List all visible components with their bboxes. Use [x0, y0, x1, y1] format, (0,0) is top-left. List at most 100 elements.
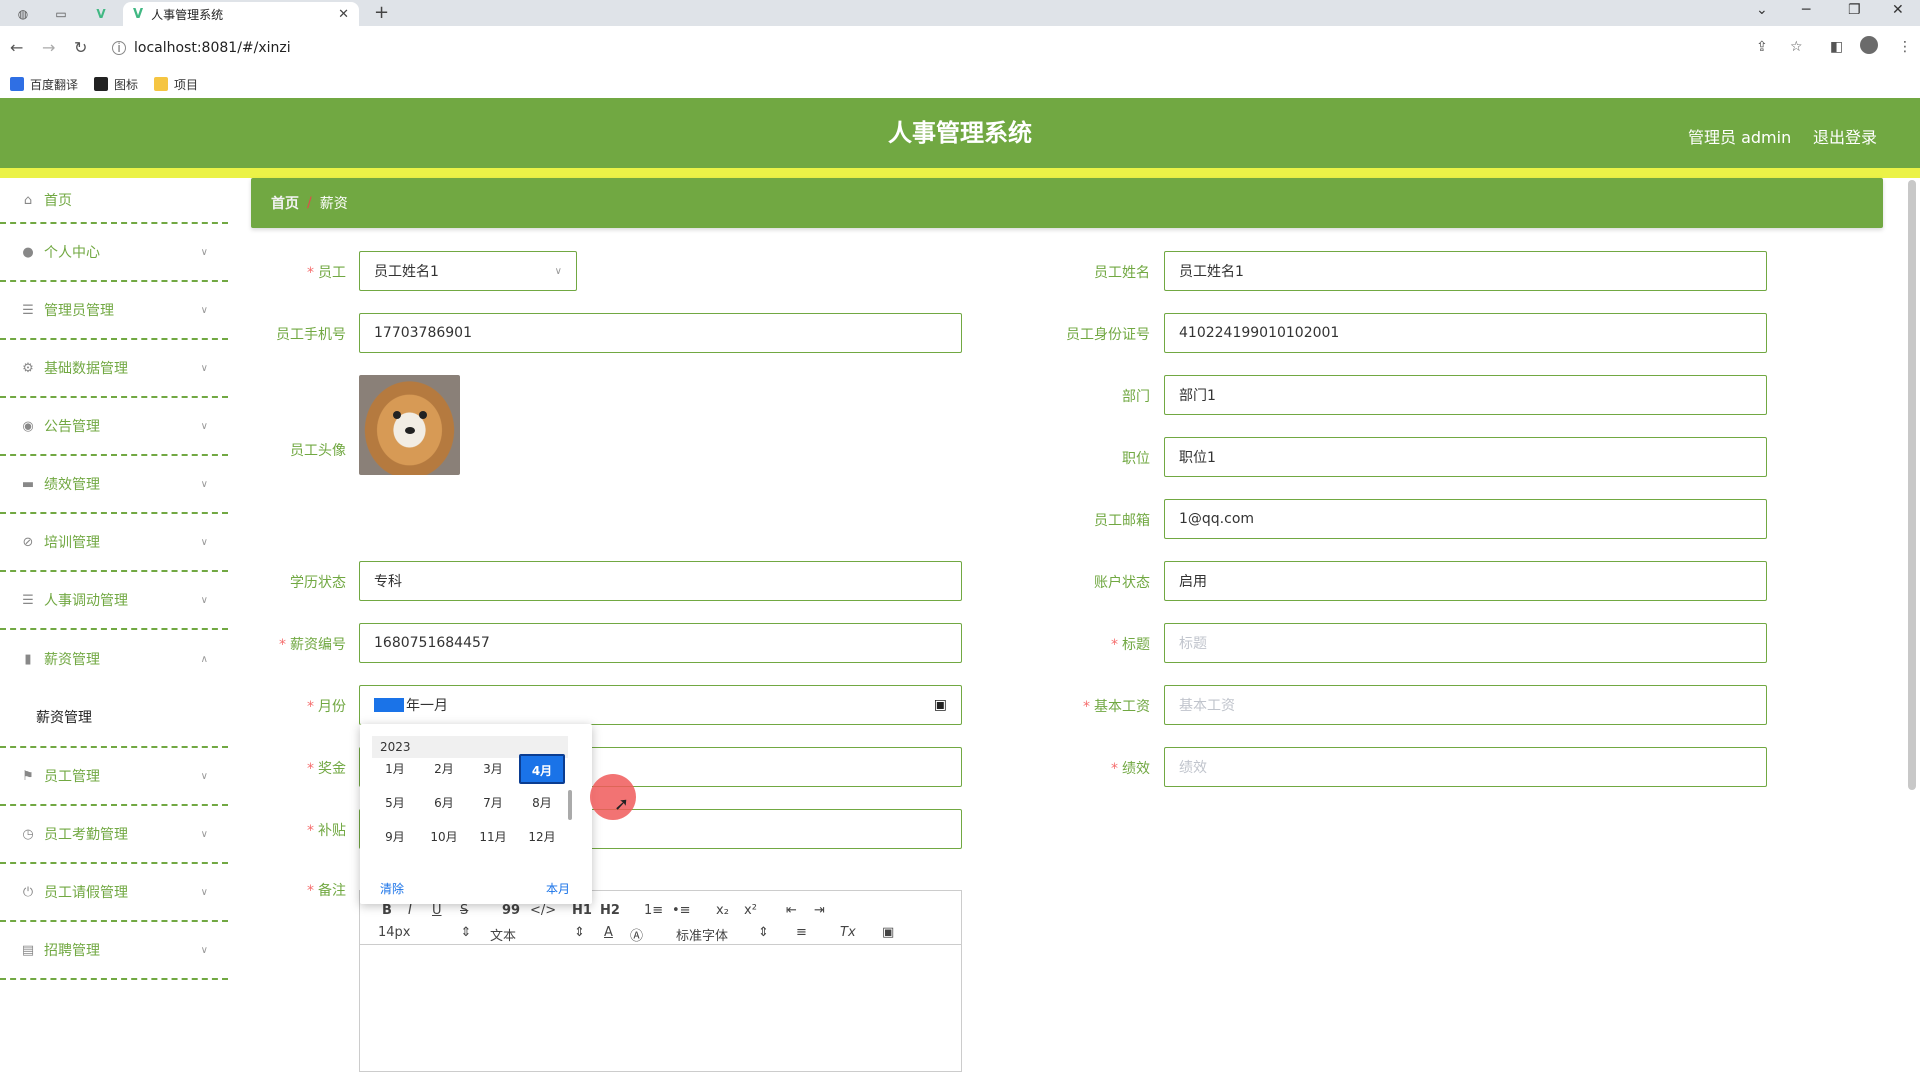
performance-field[interactable]: 绩效	[1164, 747, 1767, 787]
superscript-button[interactable]: x²	[744, 903, 757, 918]
restore-icon[interactable]: ❐	[1848, 2, 1861, 18]
picker-month[interactable]: 8月	[519, 788, 565, 818]
picker-month[interactable]: 10月	[421, 822, 467, 852]
italic-button[interactable]: I	[408, 903, 412, 918]
sidebar-item-salary[interactable]: ▮ 薪资管理 ∧	[0, 630, 228, 688]
sidebar-item-basic-data[interactable]: ⚙ 基础数据管理 ∨	[0, 340, 228, 398]
strike-button[interactable]: S	[460, 903, 468, 918]
quote-button[interactable]: 99	[502, 903, 520, 918]
share-icon[interactable]: ⇪	[1756, 39, 1768, 55]
page-scrollbar[interactable]	[1908, 180, 1916, 790]
sidebar-item-employee[interactable]: ⚑ 员工管理 ∨	[0, 748, 228, 806]
education-field[interactable]: 专科	[359, 561, 962, 601]
sidebar-item-admin[interactable]: ☰ 管理员管理 ∨	[0, 282, 228, 340]
tab-blank[interactable]: ▭	[46, 3, 76, 25]
position-field[interactable]: 职位1	[1164, 437, 1767, 477]
bg-color-icon[interactable]: Ⓐ	[630, 925, 643, 944]
logout-link[interactable]: 退出登录	[1813, 124, 1877, 148]
sidebar-item-performance[interactable]: ▬ 绩效管理 ∨	[0, 456, 228, 514]
sidebar-item-profile[interactable]: ● 个人中心 ∨	[0, 224, 228, 282]
picker-month[interactable]: 6月	[421, 788, 467, 818]
sidebar-item-training[interactable]: ⊘ 培训管理 ∨	[0, 514, 228, 572]
close-window-icon[interactable]: ✕	[1892, 2, 1904, 18]
outdent-button[interactable]: ⇤	[786, 903, 797, 918]
employee-name-field[interactable]: 员工姓名1	[1164, 251, 1767, 291]
ordered-list-button[interactable]: 1≡	[644, 903, 663, 918]
breadcrumb-home[interactable]: 首页	[271, 193, 299, 213]
globe-icon[interactable]: ◍	[8, 3, 38, 25]
sidepanel-icon[interactable]: ◧	[1830, 39, 1843, 55]
menu-dots-icon[interactable]: ⋮	[1898, 39, 1912, 55]
employee-avatar-image[interactable]	[359, 375, 460, 475]
picker-month[interactable]: 5月	[372, 788, 418, 818]
phone-field[interactable]: 17703786901	[359, 313, 962, 353]
calendar-icon[interactable]: ▣	[934, 697, 947, 713]
minimize-icon[interactable]: ─	[1802, 2, 1810, 18]
close-tab-icon[interactable]: ✕	[338, 7, 349, 22]
new-tab-button[interactable]: +	[374, 2, 389, 23]
text-type-select[interactable]: 文本 ⇕	[490, 925, 585, 944]
font-size-select[interactable]: 14px ⇕	[378, 925, 471, 940]
bold-button[interactable]: B	[382, 903, 392, 918]
picker-month[interactable]: 12月	[519, 822, 565, 852]
profile-avatar[interactable]	[1860, 36, 1878, 54]
reload-icon[interactable]: ↻	[74, 38, 87, 57]
font-size-value: 14px	[378, 925, 411, 940]
underline-button[interactable]: U	[432, 903, 442, 918]
align-icon[interactable]: ≡	[796, 925, 807, 940]
indent-button[interactable]: ⇥	[814, 903, 825, 918]
picker-this-month-button[interactable]: 本月	[546, 880, 570, 897]
font-family-select[interactable]: 标准字体 ⇕	[676, 925, 769, 944]
email-field[interactable]: 1@qq.com	[1164, 499, 1767, 539]
picker-scrollbar[interactable]	[568, 790, 572, 820]
font-color-icon[interactable]: A	[604, 925, 613, 940]
bullet-list-button[interactable]: •≡	[672, 903, 691, 918]
picker-clear-button[interactable]: 清除	[380, 880, 404, 897]
browser-tab-active[interactable]: V 人事管理系统 ✕	[123, 2, 359, 26]
image-icon[interactable]: ▣	[882, 925, 894, 940]
bookmark-item[interactable]: 百度翻译	[10, 76, 78, 93]
bookmark-item[interactable]: 项目	[154, 76, 198, 93]
employee-select[interactable]: 员工姓名1 ∨	[359, 251, 577, 291]
month-input[interactable]: 年一月 ▣	[359, 685, 962, 725]
picker-month[interactable]: 7月	[470, 788, 516, 818]
base-salary-field[interactable]: 基本工资	[1164, 685, 1767, 725]
star-icon[interactable]: ☆	[1790, 39, 1803, 55]
h2-button[interactable]: H2	[600, 903, 620, 918]
picker-month[interactable]: 9月	[372, 822, 418, 852]
picker-month-selected[interactable]: 4月	[519, 754, 565, 784]
code-button[interactable]: </>	[530, 903, 556, 918]
picker-month[interactable]: 1月	[372, 754, 418, 784]
sidebar-subitem-salary[interactable]: 薪资管理	[0, 688, 228, 748]
picker-month[interactable]: 3月	[470, 754, 516, 784]
chevron-down-icon: ∨	[200, 304, 208, 316]
id-card-field[interactable]: 410224199010102001	[1164, 313, 1767, 353]
updown-icon: ⇕	[758, 925, 769, 940]
department-field[interactable]: 部门1	[1164, 375, 1767, 415]
bookmark-item[interactable]: 图标	[94, 76, 138, 93]
picker-month[interactable]: 2月	[421, 754, 467, 784]
sidebar-item-label: 人事调动管理	[44, 593, 128, 609]
sidebar-item-attendance[interactable]: ◷ 员工考勤管理 ∨	[0, 806, 228, 864]
department-value: 部门1	[1179, 388, 1216, 404]
info-icon[interactable]: i	[112, 41, 126, 55]
sidebar-item-notice[interactable]: ◉ 公告管理 ∨	[0, 398, 228, 456]
vue-logo-icon[interactable]: V	[86, 3, 116, 25]
clear-format-icon[interactable]: Tx	[840, 925, 856, 940]
remark-editor[interactable]: B I U S 99 </> H1 H2 1≡ •≡ x₂ x² ⇤ ⇥ 14p…	[359, 890, 962, 1072]
sidebar-item-recruit[interactable]: ▤ 招聘管理 ∨	[0, 922, 228, 980]
subscript-button[interactable]: x₂	[716, 903, 729, 918]
h1-button[interactable]: H1	[572, 903, 592, 918]
picker-month[interactable]: 11月	[470, 822, 516, 852]
browser-tab-bar: ◍ ▭ V V 人事管理系统 ✕ + ⌄ ─ ❐ ✕	[0, 0, 1920, 26]
sidebar-item-transfer[interactable]: ☰ 人事调动管理 ∨	[0, 572, 228, 630]
sidebar-item-leave[interactable]: ⏻ 员工请假管理 ∨	[0, 864, 228, 922]
chevron-down-icon[interactable]: ⌄	[1756, 2, 1768, 18]
sidebar-item-home[interactable]: ⌂ 首页	[0, 178, 228, 224]
title-field[interactable]: 标题	[1164, 623, 1767, 663]
salary-no-field[interactable]: 1680751684457	[359, 623, 962, 663]
account-status-field[interactable]: 启用	[1164, 561, 1767, 601]
forward-icon[interactable]: →	[42, 38, 55, 57]
url-field[interactable]: i localhost:8081/#/xinzi	[112, 34, 1812, 62]
back-icon[interactable]: ←	[10, 38, 23, 57]
